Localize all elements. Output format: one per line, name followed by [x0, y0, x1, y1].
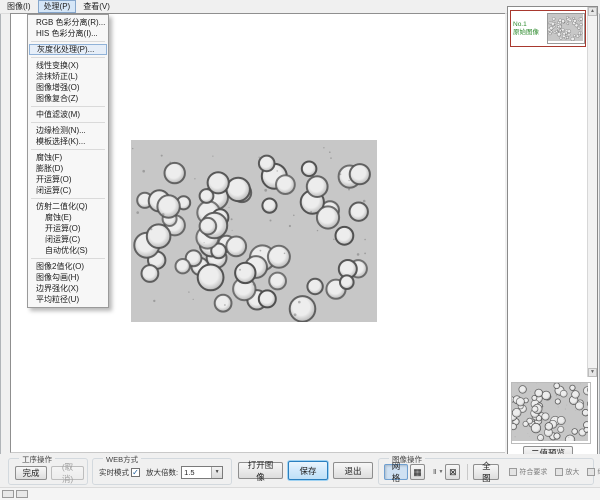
- list-scrollbar[interactable]: ▲ ▼: [587, 7, 597, 377]
- menu-separator: [31, 106, 105, 107]
- zoom-level-text: Ⅱ: [433, 468, 436, 476]
- option-icon: [509, 468, 517, 476]
- menu-process[interactable]: 处理(P): [38, 0, 77, 13]
- status-strip: [0, 487, 600, 500]
- display-options: 符合要求放大缩小复原: [509, 467, 600, 477]
- exit-button[interactable]: 退出: [333, 462, 373, 479]
- list-item-thumbnail: [547, 13, 585, 44]
- list-item-label: No.1 原始图像: [511, 21, 547, 37]
- menu-item[interactable]: 涂抹矫正(L): [28, 71, 108, 82]
- full-view-button[interactable]: 全图: [473, 464, 499, 480]
- zoom-factor-value: 1.5: [182, 468, 211, 477]
- mini-button-1[interactable]: [2, 490, 14, 498]
- toolbar-divider: [467, 464, 468, 480]
- zoom-factor-combobox[interactable]: 1.5 ▼: [181, 466, 223, 479]
- menu-separator: [31, 258, 105, 259]
- process-group: 工序操作 完成 (取消): [8, 458, 88, 485]
- menu-item[interactable]: 线性变换(X): [28, 60, 108, 71]
- image-list-panel: ▲ ▼ No.1 原始图像 二值预览: [507, 6, 598, 455]
- menu-separator: [31, 41, 105, 42]
- menu-separator: [31, 149, 105, 150]
- close-box-icon[interactable]: ⊠: [445, 464, 460, 480]
- menu-item[interactable]: 开运算(O): [28, 223, 108, 234]
- scroll-down-icon[interactable]: ▼: [588, 368, 597, 377]
- process-dropdown-menu: RGB 色彩分离(R)...HIS 色彩分离(I)... 灰度化处理(P)... 线…: [27, 14, 109, 308]
- menu-item[interactable]: 腐蚀(F): [28, 152, 108, 163]
- menu-item[interactable]: 边界强化(X): [28, 283, 108, 294]
- menu-item[interactable]: 平均粒径(U): [28, 294, 108, 305]
- menu-item[interactable]: 闭运算(C): [28, 185, 108, 196]
- bottom-toolbar: 工序操作 完成 (取消) WEB方式 实时模式 ✓ 放大倍数: 1.5 ▼ 打开…: [0, 454, 600, 487]
- menu-image[interactable]: 图像(I): [1, 0, 37, 13]
- chevron-down-icon[interactable]: ▼: [438, 469, 443, 475]
- save-button[interactable]: 保存: [288, 461, 328, 480]
- display-option[interactable]: 符合要求: [509, 467, 547, 477]
- grid-toggle-button[interactable]: 网格: [384, 464, 408, 480]
- menu-item[interactable]: 图像复合(Z): [28, 93, 108, 104]
- option-icon: [587, 468, 595, 476]
- web-mode-group: WEB方式 实时模式 ✓ 放大倍数: 1.5 ▼: [92, 458, 232, 485]
- menu-item[interactable]: 图像增强(O): [28, 82, 108, 93]
- menu-item[interactable]: 闭运算(C): [28, 234, 108, 245]
- particle-image: [131, 140, 377, 322]
- menu-item[interactable]: RGB 色彩分离(R)...: [28, 17, 108, 28]
- display-option[interactable]: 缩小: [587, 467, 600, 477]
- table-icon[interactable]: ▦: [410, 464, 425, 480]
- realtime-label: 实时模式: [99, 467, 129, 478]
- menu-item[interactable]: 开运算(O): [28, 174, 108, 185]
- menu-item[interactable]: HIS 色彩分离(I)...: [28, 28, 108, 39]
- display-group: 图像操作 网格 ▦ Ⅱ ▼ ⊠ 全图 符合要求放大缩小复原: [378, 458, 594, 485]
- display-option[interactable]: 放大: [555, 467, 579, 477]
- zoom-factor-label: 放大倍数:: [146, 467, 178, 478]
- menu-item[interactable]: 图像2值化(O): [28, 261, 108, 272]
- menu-item[interactable]: 模板选择(K)...: [28, 136, 108, 147]
- list-item-selected[interactable]: No.1 原始图像: [510, 10, 586, 47]
- menu-item[interactable]: 仿射二值化(Q): [28, 201, 108, 212]
- scroll-up-icon[interactable]: ▲: [588, 7, 597, 16]
- menu-item[interactable]: 边缘检测(N)...: [28, 125, 108, 136]
- web-mode-group-label: WEB方式: [103, 454, 141, 465]
- menu-item[interactable]: 图像勾画(H): [28, 272, 108, 283]
- option-icon: [555, 468, 563, 476]
- menu-item[interactable]: 膨胀(D): [28, 163, 108, 174]
- mini-button-2[interactable]: [16, 490, 28, 498]
- preview-image: [511, 382, 591, 444]
- menu-item[interactable]: 腐蚀(E): [28, 212, 108, 223]
- process-group-label: 工序操作: [19, 454, 55, 465]
- menu-separator: [31, 57, 105, 58]
- realtime-checkbox[interactable]: ✓: [131, 468, 140, 477]
- menu-view[interactable]: 查看(V): [77, 0, 116, 13]
- menu-separator: [31, 198, 105, 199]
- menu-item[interactable]: 中值滤波(M): [28, 109, 108, 120]
- menu-item[interactable]: 灰度化处理(P)...: [29, 44, 107, 55]
- menu-separator: [31, 122, 105, 123]
- chevron-down-icon[interactable]: ▼: [211, 467, 222, 478]
- cancel-button[interactable]: (取消): [51, 466, 84, 480]
- done-button[interactable]: 完成: [15, 466, 47, 480]
- menu-item[interactable]: 自动优化(S): [28, 245, 108, 256]
- open-image-button[interactable]: 打开图像: [238, 462, 283, 479]
